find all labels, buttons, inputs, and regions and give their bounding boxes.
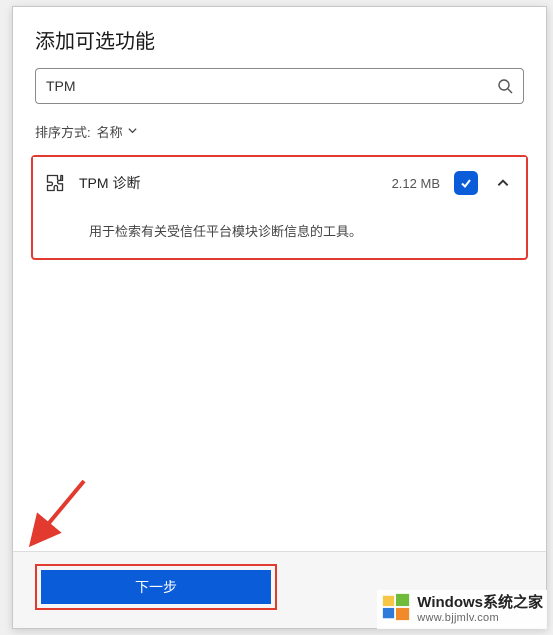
sort-dropdown[interactable]: 名称	[97, 122, 138, 141]
sort-row: 排序方式: 名称	[13, 118, 546, 155]
search-input[interactable]	[46, 78, 497, 94]
feature-row[interactable]: TPM 诊断 2.12 MB	[33, 157, 526, 209]
chevron-down-icon	[127, 124, 138, 139]
feature-item: TPM 诊断 2.12 MB 用于检索有关受信任平台模块诊断信息的工具。	[31, 155, 528, 260]
add-optional-feature-dialog: 添加可选功能 排序方式: 名称	[12, 6, 547, 629]
collapse-button[interactable]	[492, 176, 514, 190]
watermark-url: www.bjjmlv.com	[417, 612, 543, 624]
watermark: Windows系统之家 www.bjjmlv.com	[377, 590, 547, 629]
next-button-highlight: 下一步	[35, 564, 277, 610]
puzzle-icon	[45, 173, 65, 193]
sort-label: 排序方式:	[35, 122, 91, 141]
feature-size: 2.12 MB	[392, 176, 440, 191]
feature-name: TPM 诊断	[79, 173, 378, 193]
feature-description: 用于检索有关受信任平台模块诊断信息的工具。	[33, 209, 526, 258]
next-button[interactable]: 下一步	[41, 570, 271, 604]
search-icon	[497, 78, 513, 94]
search-box[interactable]	[35, 68, 524, 104]
watermark-title: Windows系统之家	[417, 595, 543, 612]
chevron-up-icon	[496, 176, 510, 190]
feature-list: TPM 诊断 2.12 MB 用于检索有关受信任平台模块诊断信息的工具。	[13, 155, 546, 551]
windows-logo-icon	[381, 592, 411, 627]
sort-value: 名称	[97, 122, 123, 141]
check-icon	[459, 176, 473, 190]
dialog-title: 添加可选功能	[13, 7, 546, 68]
feature-checkbox[interactable]	[454, 171, 478, 195]
